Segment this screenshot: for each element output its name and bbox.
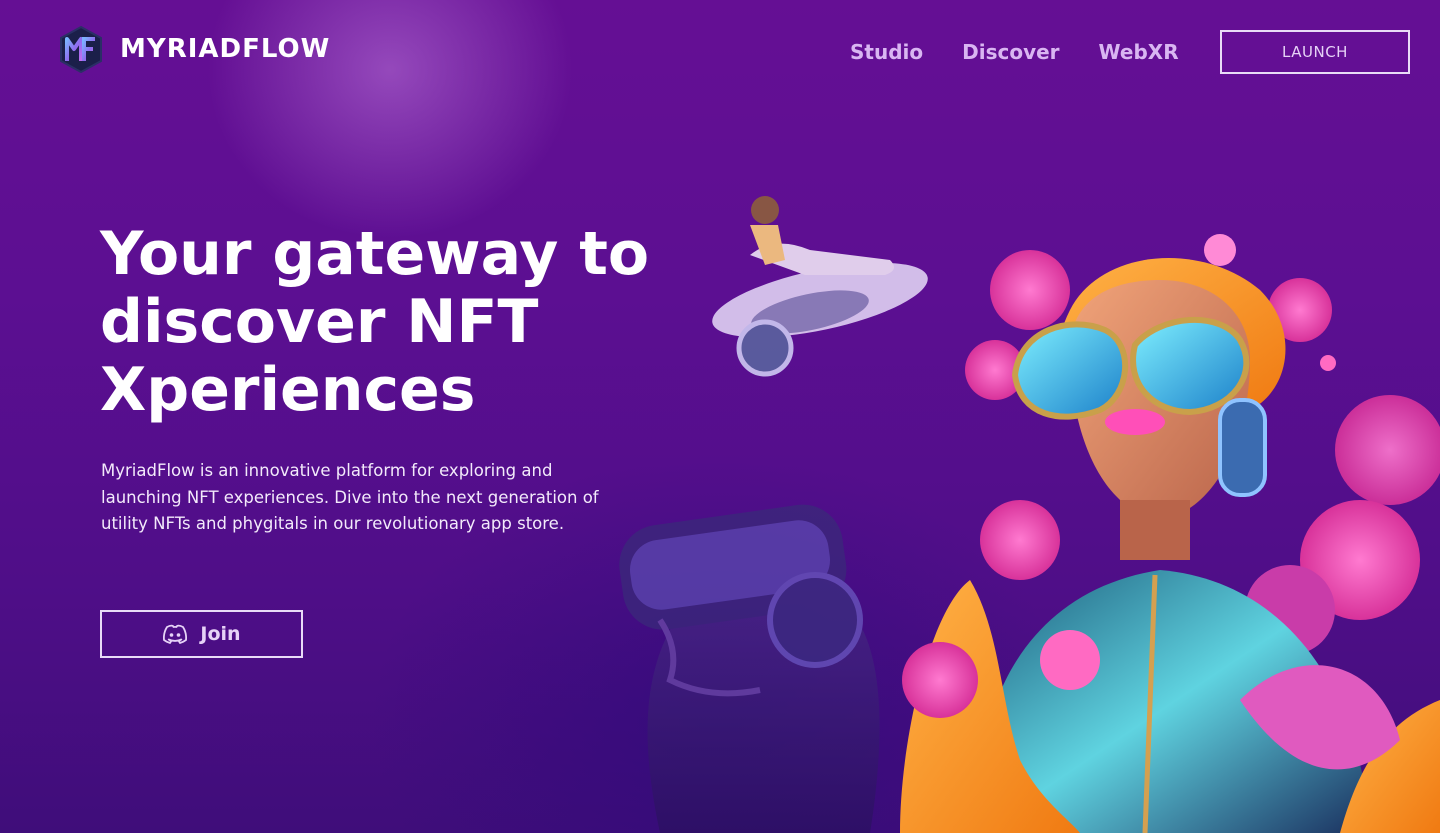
- hero-title-line-3: Xperiences: [100, 355, 476, 425]
- join-discord-button[interactable]: Join: [100, 610, 303, 658]
- goggles-woman: [900, 234, 1440, 833]
- nav-webxr[interactable]: WebXR: [1099, 40, 1179, 64]
- launch-button[interactable]: LAUNCH: [1220, 30, 1410, 74]
- hero-title-line-1: Your gateway to: [100, 219, 650, 289]
- hero-title-line-2: discover NFT: [100, 287, 539, 357]
- vr-headset-person: [619, 504, 880, 833]
- site-header: MYRIADFLOW Studio Discover WebXR LAUNCH: [0, 0, 1440, 110]
- hero-title: Your gateway to discover NFT Xperiences: [100, 220, 660, 424]
- brand-logo[interactable]: MYRIADFLOW: [58, 25, 330, 73]
- hoverbike-rider: [712, 196, 928, 377]
- nav-discover[interactable]: Discover: [962, 40, 1059, 64]
- nav-studio[interactable]: Studio: [850, 40, 923, 64]
- main-nav: Studio Discover WebXR: [850, 40, 1179, 64]
- brand-name: MYRIADFLOW: [120, 34, 331, 64]
- hero-illustration: [619, 196, 1440, 833]
- myriadflow-logo-icon: [60, 25, 102, 73]
- discord-icon: [163, 624, 188, 644]
- join-button-label: Join: [200, 623, 241, 645]
- hero-description: MyriadFlow is an innovative platform for…: [101, 461, 599, 533]
